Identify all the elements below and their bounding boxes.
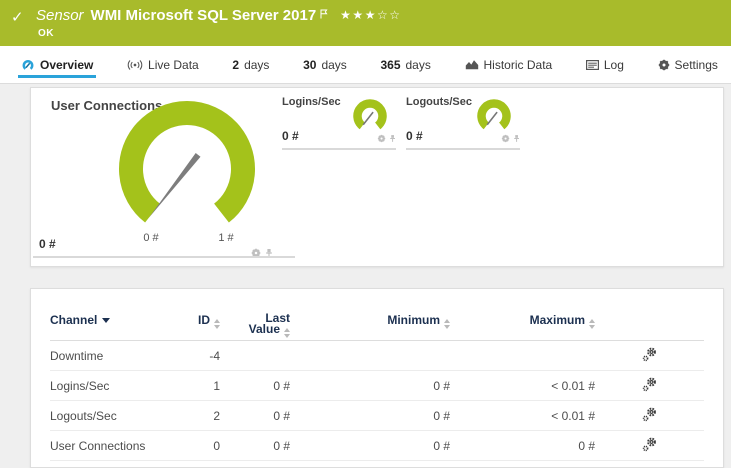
gauge-scale-min: 0 # xyxy=(143,232,159,244)
tab-live-data[interactable]: Live Data xyxy=(127,46,199,83)
logouts-gauge xyxy=(477,99,511,130)
sensor-overview-page: ✓ Sensor WMI Microsoft SQL Server 2017 ★… xyxy=(0,0,731,468)
column-header-id[interactable]: ID xyxy=(190,313,220,329)
channel-minimum: 0 # xyxy=(433,378,450,393)
gauges-panel: User Connections 0 # 1 # 0 # Logins/Sec … xyxy=(30,87,724,267)
channel-settings-gears-icon[interactable] xyxy=(642,347,657,365)
area-chart-icon xyxy=(465,59,479,70)
tab-30-days[interactable]: 30 days xyxy=(303,46,347,83)
channel-last-value: 0 # xyxy=(273,378,290,393)
channel-settings-gears-icon[interactable] xyxy=(642,407,657,425)
gear-icon[interactable] xyxy=(377,132,386,147)
channel-name: Logouts/Sec xyxy=(50,408,117,423)
gauge-icon xyxy=(21,59,35,71)
logins-gauge-block: Logins/Sec 0 # xyxy=(282,96,396,150)
pin-icon[interactable] xyxy=(265,245,273,263)
tab-historic-data[interactable]: Historic Data xyxy=(465,46,553,83)
live-signal-icon xyxy=(127,59,143,71)
logins-gauge-value: 0 # xyxy=(282,129,299,143)
user-connections-gauge: 0 # 1 # xyxy=(119,101,255,244)
sensor-status-header: ✓ Sensor WMI Microsoft SQL Server 2017 ★… xyxy=(0,0,731,46)
pin-icon[interactable] xyxy=(513,132,520,147)
tab-365-days[interactable]: 365 days xyxy=(380,46,430,83)
log-list-icon xyxy=(585,59,599,70)
channel-maximum: < 0.01 # xyxy=(551,378,595,393)
channel-id: 1 xyxy=(213,378,220,393)
tab-label: days xyxy=(244,57,270,72)
channel-name: User Connections xyxy=(50,438,146,453)
tab-label: days xyxy=(405,57,431,72)
sort-desc-icon xyxy=(102,318,111,323)
table-row-logouts: Logouts/Sec 2 0 # 0 # < 0.01 # xyxy=(50,401,704,431)
table-header-row: Channel ID Last Value Minimum Maximum xyxy=(50,289,704,341)
channel-name: Downtime xyxy=(50,348,104,363)
tab-label: Overview xyxy=(40,57,94,72)
channel-settings-gears-icon[interactable] xyxy=(642,377,657,395)
logouts-gauge-value: 0 # xyxy=(406,129,423,143)
tab-number: 30 xyxy=(303,57,317,72)
channel-name: Logins/Sec xyxy=(50,378,110,393)
tab-overview[interactable]: Overview xyxy=(17,46,97,83)
ok-check-icon: ✓ xyxy=(11,9,24,26)
tab-2-days[interactable]: 2 days xyxy=(232,46,269,83)
channel-id: 0 xyxy=(213,438,220,453)
logins-gauge xyxy=(353,99,387,130)
status-badge: OK xyxy=(38,28,54,39)
sensor-title-line: Sensor WMI Microsoft SQL Server 2017 ★★★… xyxy=(36,7,401,24)
table-row-logins: Logins/Sec 1 0 # 0 # < 0.01 # xyxy=(50,371,704,401)
channel-last-value: 0 # xyxy=(273,408,290,423)
column-header-channel[interactable]: Channel xyxy=(50,313,190,327)
logouts-gauge-controls xyxy=(501,132,520,147)
tab-label: Log xyxy=(603,57,624,72)
logouts-gauge-block: Logouts/Sec 0 # xyxy=(406,96,520,150)
column-header-last-value[interactable]: Last Value xyxy=(220,312,290,338)
sensor-kind-label: Sensor xyxy=(36,7,84,24)
channel-minimum: 0 # xyxy=(433,438,450,453)
stars-empty-icon: ☆☆ xyxy=(376,8,402,22)
table-row-user-connections: User Connections 0 0 # 0 # 0 # xyxy=(50,431,704,461)
tab-bar: Overview Live Data 2 days 30 days 365 da… xyxy=(0,46,731,84)
channels-table-panel: Channel ID Last Value Minimum Maximum Dow… xyxy=(30,288,724,468)
channel-maximum: < 0.01 # xyxy=(551,408,595,423)
tab-number: 2 xyxy=(232,57,240,72)
gear-icon[interactable] xyxy=(251,245,261,263)
tab-label: days xyxy=(321,57,347,72)
flag-icon[interactable] xyxy=(320,6,328,24)
pin-icon[interactable] xyxy=(389,132,396,147)
tab-label: Historic Data xyxy=(483,57,553,72)
table-row-downtime: Downtime -4 xyxy=(50,341,704,371)
tab-label: Settings xyxy=(674,57,718,72)
main-gauge-controls xyxy=(251,245,273,263)
gauge-scale-max: 1 # xyxy=(218,232,234,244)
channel-minimum: 0 # xyxy=(433,408,450,423)
gear-icon xyxy=(658,59,670,71)
priority-stars[interactable]: ★★★☆☆ xyxy=(340,8,401,22)
sensor-title: WMI Microsoft SQL Server 2017 xyxy=(90,7,317,24)
channel-id: 2 xyxy=(213,408,220,423)
channel-last-value: 0 # xyxy=(273,438,290,453)
sort-icon xyxy=(284,328,290,338)
column-header-minimum[interactable]: Minimum xyxy=(290,313,450,329)
channel-settings-gears-icon[interactable] xyxy=(642,437,657,455)
column-header-maximum[interactable]: Maximum xyxy=(450,313,595,329)
stars-filled-icon: ★★★ xyxy=(340,8,377,22)
gear-icon[interactable] xyxy=(501,132,510,147)
main-gauge-underline xyxy=(33,256,295,258)
logins-gauge-controls xyxy=(377,132,396,147)
tab-settings[interactable]: Settings xyxy=(658,46,718,83)
channel-id: -4 xyxy=(209,348,220,363)
tab-label: Live Data xyxy=(148,57,199,72)
sort-icon xyxy=(589,319,595,329)
tab-log[interactable]: Log xyxy=(585,46,624,83)
channel-maximum: 0 # xyxy=(578,438,595,453)
main-gauge-value: 0 # xyxy=(39,237,56,251)
tab-number: 365 xyxy=(380,57,401,72)
